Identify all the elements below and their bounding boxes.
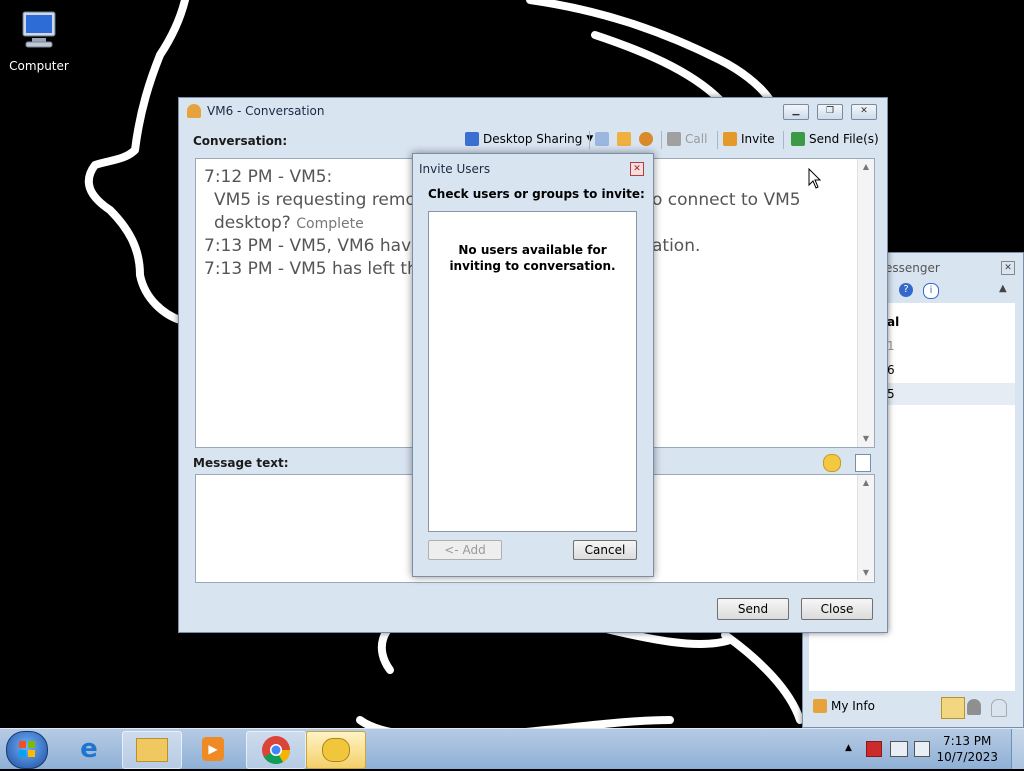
log-line: 7:13 PM - VM5, VM6 have (204, 236, 422, 256)
collapse-icon[interactable]: ▲ (999, 283, 1007, 294)
my-info-button[interactable]: My Info (813, 699, 875, 713)
close-icon[interactable]: ✕ (630, 162, 644, 176)
taskbar-file-explorer[interactable] (122, 731, 182, 769)
start-button[interactable] (6, 731, 48, 769)
log-status: Complete (296, 216, 364, 232)
format-text-icon[interactable] (855, 454, 871, 472)
volume-muted-icon[interactable] (914, 741, 930, 757)
close-conversation-button[interactable]: Close (801, 598, 873, 620)
log-line-continued: ation. (652, 236, 701, 256)
send-file-icon (791, 132, 805, 146)
log-line: 7:13 PM - VM5 has left th (204, 259, 418, 279)
desktop-icon-computer[interactable]: Computer (6, 8, 72, 73)
minimize-button[interactable]: ▁ (783, 104, 809, 120)
emoticon-icon[interactable] (823, 454, 841, 472)
video-call-icon (667, 132, 681, 146)
invite-user-list[interactable]: No users available for inviting to conve… (428, 211, 637, 532)
empty-message: No users available for inviting to conve… (449, 243, 616, 273)
user-icon (187, 104, 201, 118)
action-center-icon[interactable] (866, 741, 882, 757)
messenger-title: essenger (885, 261, 940, 275)
taskbar-chrome[interactable] (246, 731, 306, 769)
taskbar: e ▶ ▲ 7:13 PM 10/7/2023 (0, 728, 1024, 769)
list-item[interactable]: al (887, 315, 899, 329)
mouse-cursor-icon (808, 168, 822, 189)
send-files-label: Send File(s) (809, 132, 879, 146)
taskbar-media-player[interactable]: ▶ (184, 731, 242, 767)
invite-users-dialog[interactable]: Invite Users ✕ Check users or groups to … (412, 153, 654, 577)
info-icon[interactable]: i (923, 283, 939, 299)
send-button[interactable]: Send (717, 598, 789, 620)
send-files-button[interactable]: Send File(s) (791, 132, 879, 146)
log-line: VM5 is requesting remot (214, 190, 423, 210)
maximize-button[interactable]: ❐ (817, 104, 843, 120)
clock-time: 7:13 PM (943, 734, 992, 748)
computer-icon (22, 11, 56, 48)
system-clock[interactable]: 7:13 PM 10/7/2023 (936, 733, 998, 765)
show-hidden-icons-icon[interactable]: ▲ (845, 743, 852, 753)
add-user-icon (723, 132, 737, 146)
taskbar-messenger[interactable] (306, 731, 366, 769)
contact-icon[interactable] (617, 132, 631, 146)
my-info-label: My Info (831, 699, 875, 713)
show-desktop-button[interactable] (1011, 729, 1024, 769)
scrollbar[interactable]: ▲ ▼ (857, 159, 874, 447)
status-offline-icon[interactable] (991, 699, 1007, 717)
conversation-label: Conversation: (193, 134, 288, 148)
history-icon[interactable] (595, 132, 609, 146)
log-line-continued: o connect to VM5 (652, 190, 801, 210)
status-online-icon[interactable] (941, 697, 965, 719)
desktop-sharing-label: Desktop Sharing (483, 132, 583, 146)
log-line: 7:12 PM - VM5: (204, 167, 333, 187)
cancel-button[interactable]: Cancel (573, 540, 637, 560)
media-player-icon: ▶ (202, 737, 224, 761)
invite-label: Invite (741, 132, 775, 146)
settings-icon[interactable] (639, 132, 653, 146)
windows-logo-icon (19, 741, 35, 757)
desktop-sharing-icon (465, 132, 479, 146)
scrollbar[interactable]: ▲ ▼ (857, 475, 874, 581)
scroll-down-icon[interactable]: ▼ (858, 431, 874, 447)
conversation-toolbar: Conversation: Desktop Sharing ▼ Call Inv… (179, 126, 887, 152)
call-label: Call (685, 132, 708, 146)
user-icon (813, 699, 827, 713)
invite-button[interactable]: Invite (723, 132, 775, 146)
title-bar[interactable]: VM6 - Conversation ▁ ❐ ✕ (179, 98, 887, 124)
network-icon[interactable] (890, 741, 908, 757)
message-label: Message text: (193, 456, 289, 470)
folder-icon (136, 738, 168, 762)
list-item[interactable]: 5 (887, 387, 895, 401)
dialog-title: Invite Users (419, 162, 491, 176)
close-icon[interactable]: ✕ (1001, 261, 1015, 275)
scroll-up-icon[interactable]: ▲ (858, 159, 874, 175)
add-button[interactable]: <- Add (428, 540, 502, 560)
chrome-icon (262, 736, 290, 764)
window-title: VM6 - Conversation (207, 104, 325, 118)
close-button[interactable]: ✕ (851, 104, 877, 120)
log-text: desktop? (214, 213, 291, 233)
internet-explorer-icon: e (80, 734, 98, 764)
help-icon[interactable]: ? (899, 283, 913, 297)
scroll-down-icon[interactable]: ▼ (858, 565, 874, 581)
taskbar-internet-explorer[interactable]: e (62, 731, 116, 767)
desktop-icon-label: Computer (9, 59, 69, 73)
list-item[interactable]: 1 (887, 339, 895, 353)
status-away-icon[interactable] (967, 699, 981, 715)
desktop-sharing-button[interactable]: Desktop Sharing ▼ (465, 132, 593, 146)
chat-bubble-icon (322, 738, 350, 762)
list-item[interactable]: 6 (887, 363, 895, 377)
invite-prompt: Check users or groups to invite: (428, 187, 645, 201)
log-line: desktop? Complete (214, 213, 364, 233)
clock-date: 10/7/2023 (936, 750, 998, 764)
scroll-up-icon[interactable]: ▲ (858, 475, 874, 491)
call-button[interactable]: Call (667, 132, 707, 146)
